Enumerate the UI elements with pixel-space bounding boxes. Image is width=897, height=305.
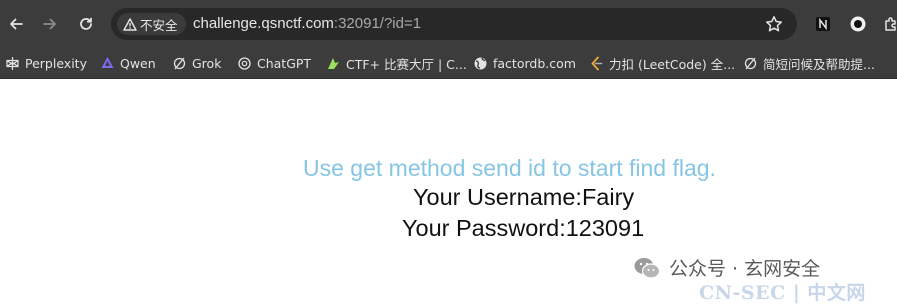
bookmark-label: Grok: [192, 55, 222, 71]
extensions-menu-button[interactable]: [880, 13, 897, 35]
url-text[interactable]: challenge.qsnctf.com:32091/?id=1: [193, 15, 421, 32]
password-line: Your Password:123091: [402, 215, 645, 241]
bookmark-star-button[interactable]: [765, 15, 783, 38]
wechat-icon: [634, 257, 661, 279]
reload-icon: [80, 17, 92, 30]
bookmark-factordb[interactable]: factordb.com: [473, 54, 576, 72]
puzzle-icon: [885, 17, 896, 31]
bookmark-qwen[interactable]: Qwen: [100, 54, 156, 72]
bookmark-perplexity[interactable]: Perplexity: [5, 54, 87, 72]
extension-button-2[interactable]: [847, 13, 869, 35]
bookmark-label: CTF+ 比赛大厅 | C...: [346, 56, 467, 72]
bookmark-chatgpt[interactable]: ChatGPT: [237, 54, 311, 72]
back-button[interactable]: [2, 10, 30, 38]
ctf-icon: [326, 56, 341, 71]
hint-text: Use get method send id to start find fla…: [303, 155, 716, 181]
leetcode-icon: [589, 56, 604, 71]
grok-icon: [743, 56, 758, 71]
watermark: 公众号 · 玄网安全: [633, 254, 820, 281]
grok-icon: [172, 56, 187, 71]
browser-toolbar: 不安全 challenge.qsnctf.com:32091/?id=1: [0, 0, 897, 47]
address-bar[interactable]: 不安全 challenge.qsnctf.com:32091/?id=1: [111, 8, 797, 40]
perplexity-icon: [5, 56, 20, 71]
back-arrow-icon: [10, 18, 23, 30]
bookmark-ctf[interactable]: CTF+ 比赛大厅 | C...: [326, 54, 467, 72]
bookmark-label: ChatGPT: [257, 55, 312, 71]
bookmark-label: factordb.com: [493, 55, 576, 71]
extension-button-1[interactable]: [812, 13, 834, 35]
reload-button[interactable]: [72, 10, 100, 38]
bookmark-grok[interactable]: Grok: [172, 54, 221, 72]
bookmark-grok-chat[interactable]: 简短问候及帮助提...: [743, 54, 875, 72]
bookmark-label: Perplexity: [25, 55, 87, 71]
extension-n-icon: [816, 17, 830, 31]
star-icon: [765, 16, 783, 32]
watermark-secondary: CN-SEC | 中文网: [699, 282, 866, 304]
watermark-text: 公众号 · 玄网安全: [669, 258, 821, 280]
url-host: challenge.qsnctf.com: [193, 15, 334, 32]
bookmark-label: Qwen: [120, 55, 156, 71]
qwen-icon: [100, 56, 115, 71]
bookmark-label: 简短问候及帮助提...: [763, 56, 875, 72]
bookmarks-bar: Perplexity Qwen Grok ChatGPT CTF+ 比赛大厅 |…: [0, 47, 897, 79]
security-label: 不安全: [140, 17, 178, 33]
forward-button[interactable]: [36, 10, 64, 38]
page-content: Use get method send id to start find fla…: [0, 79, 897, 305]
globe-icon: [473, 56, 488, 71]
username-line: Your Username:Fairy: [413, 184, 635, 210]
extension-circle-icon: [850, 16, 866, 32]
bookmark-leetcode[interactable]: 力扣 (LeetCode) 全...: [589, 54, 735, 72]
forward-arrow-icon: [43, 18, 56, 30]
bookmark-label: 力扣 (LeetCode) 全...: [609, 56, 736, 72]
security-indicator[interactable]: 不安全: [117, 13, 186, 35]
warning-icon: [123, 17, 137, 31]
chatgpt-icon: [237, 56, 252, 71]
url-path: :32091/?id=1: [333, 15, 422, 32]
